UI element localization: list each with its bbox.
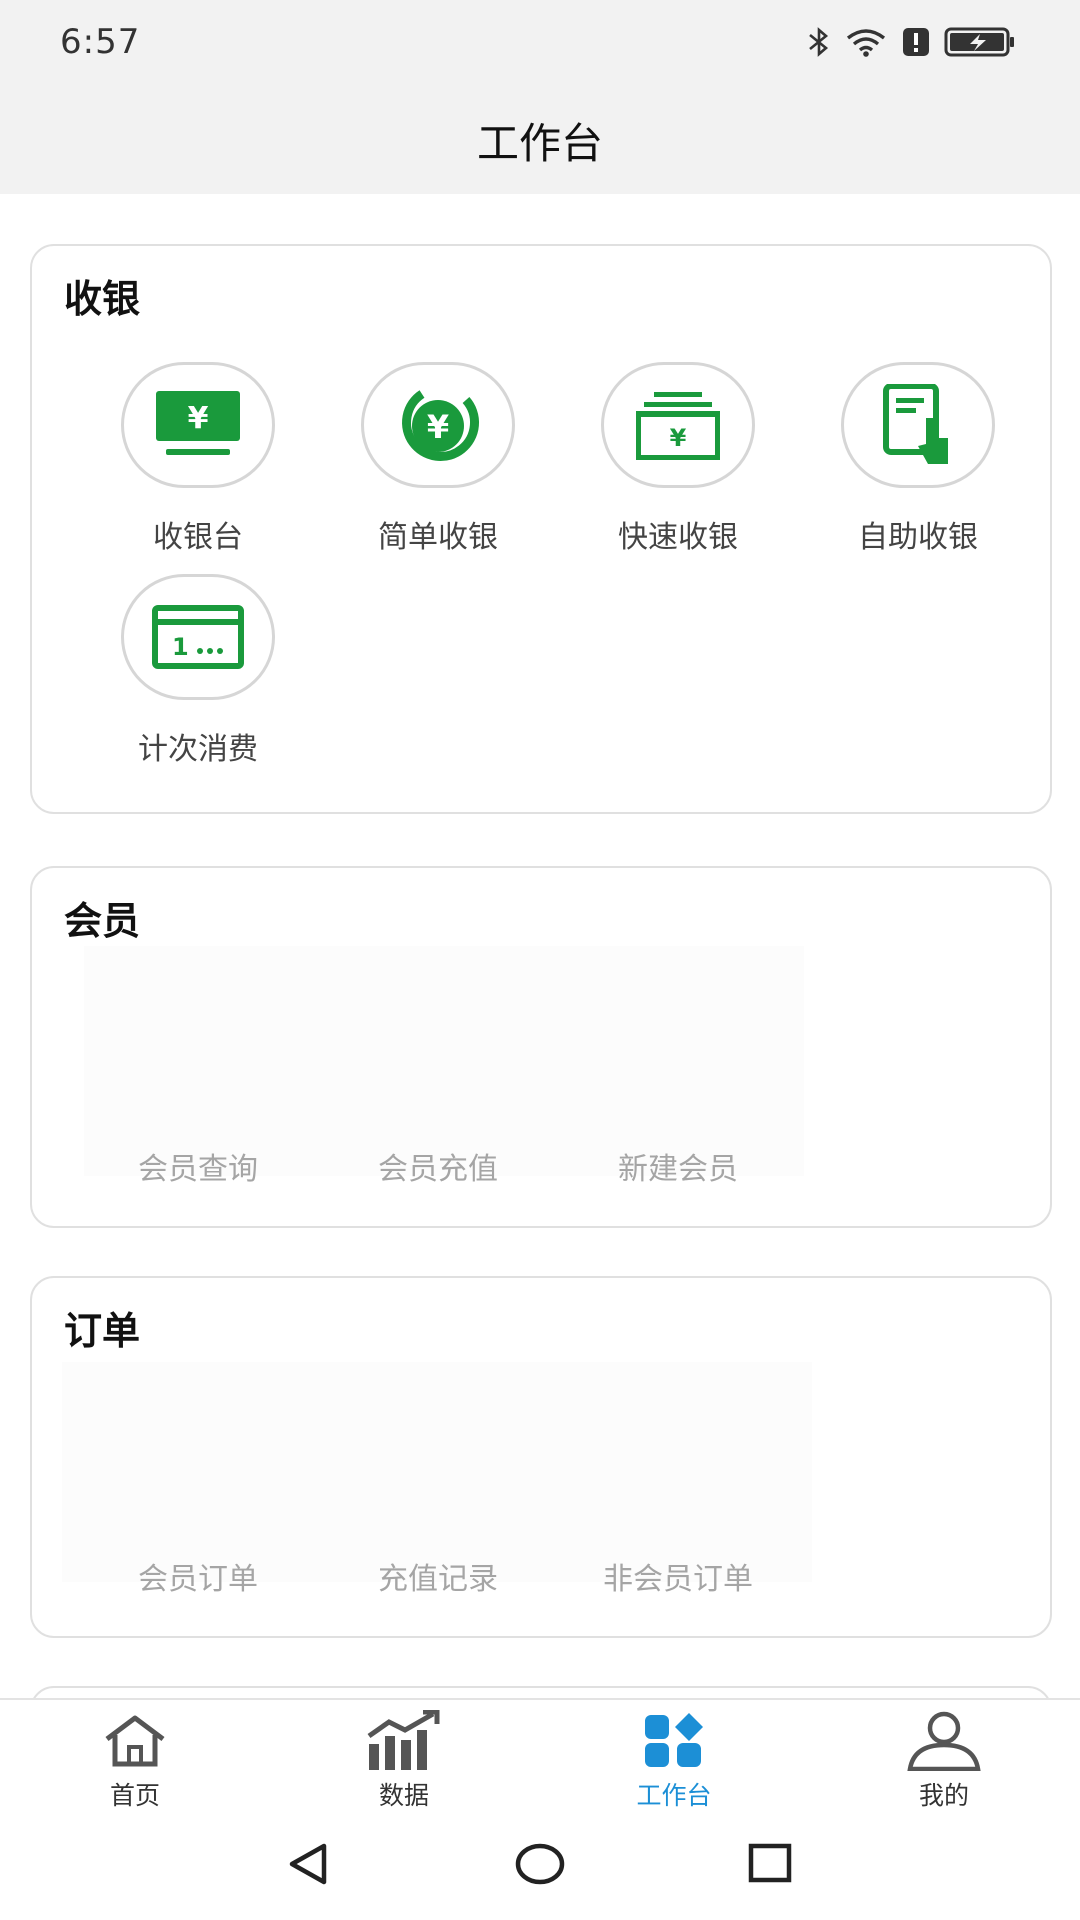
loading-placeholder <box>84 946 804 1176</box>
tile-label: 非会员订单 <box>603 1562 753 1597</box>
tile-recharge-records[interactable]: 充值记录 <box>338 1554 538 1598</box>
tile-label: 会员订单 <box>138 1562 258 1597</box>
yuan-coin-icon: ¥ <box>361 362 515 488</box>
svg-text:¥: ¥ <box>188 401 209 436</box>
home-circle-icon[interactable] <box>510 1834 570 1894</box>
loading-placeholder <box>62 1362 812 1582</box>
tile-label: 充值记录 <box>378 1562 498 1597</box>
section-title-member: 会员 <box>64 899 141 943</box>
cashier-monitor-icon: ¥ <box>121 362 275 488</box>
tile-new-member[interactable]: 新建会员 <box>578 1144 778 1188</box>
profile-icon <box>874 1710 1014 1772</box>
section-title-order: 订单 <box>64 1309 141 1353</box>
next-section-card <box>30 1686 1052 1698</box>
app-header: 工作台 <box>0 88 1080 194</box>
tile-member-recharge[interactable]: 会员充值 <box>338 1144 538 1188</box>
order-section-card: 订单 会员订单 充值记录 非会员订单 <box>30 1276 1052 1638</box>
tab-label: 我的 <box>918 1781 969 1810</box>
tile-label: 收银台 <box>153 520 243 555</box>
workbench-icon <box>604 1710 744 1772</box>
tab-label: 工作台 <box>636 1781 712 1810</box>
member-section-card: 会员 会员查询 会员充值 新建会员 <box>30 866 1052 1228</box>
system-nav-bar <box>0 1810 1080 1920</box>
alert-icon <box>902 27 930 61</box>
tab-label: 首页 <box>109 1781 160 1810</box>
tile-count-consumption[interactable]: 1 计次消费 <box>98 574 298 768</box>
tab-workbench[interactable]: 工作台 <box>604 1710 744 1812</box>
tile-label: 会员查询 <box>138 1152 258 1187</box>
home-icon <box>65 1710 205 1772</box>
section-title-cashier: 收银 <box>64 277 141 321</box>
battery-charging-icon <box>944 26 1016 62</box>
workbench-content[interactable]: 收银 ¥ 收银台 ¥ 简单收银 ¥ 快速收银 自助收银 1 计次消费 会员 会员… <box>0 194 1080 1698</box>
tile-label: 简单收银 <box>378 520 498 555</box>
status-icons <box>808 24 1016 64</box>
svg-text:1: 1 <box>172 633 189 661</box>
tile-quick-cashier[interactable]: ¥ 快速收银 <box>578 362 778 556</box>
bottom-tab-bar: 首页 数据 工作台 我的 <box>0 1698 1080 1810</box>
tile-non-member-orders[interactable]: 非会员订单 <box>578 1554 778 1598</box>
tab-home[interactable]: 首页 <box>65 1710 205 1812</box>
back-icon[interactable] <box>278 1834 338 1894</box>
wifi-icon <box>844 26 888 62</box>
tab-profile[interactable]: 我的 <box>874 1710 1014 1812</box>
tile-label: 会员充值 <box>378 1152 498 1187</box>
cashier-section-card: 收银 ¥ 收银台 ¥ 简单收银 ¥ 快速收银 自助收银 1 计次消费 <box>30 244 1052 814</box>
bluetooth-icon <box>808 26 830 62</box>
svg-text:¥: ¥ <box>670 424 687 452</box>
status-time: 6:57 <box>60 22 141 62</box>
chart-icon <box>334 1710 474 1772</box>
tile-cashier-desk[interactable]: ¥ 收银台 <box>98 362 298 556</box>
tile-member-orders[interactable]: 会员订单 <box>98 1554 298 1598</box>
tile-self-service-cashier[interactable]: 自助收银 <box>818 362 1018 556</box>
tile-simple-cashier[interactable]: ¥ 简单收银 <box>338 362 538 556</box>
recents-icon[interactable] <box>740 1834 800 1894</box>
cash-stack-icon: ¥ <box>601 362 755 488</box>
tab-data[interactable]: 数据 <box>334 1710 474 1812</box>
tile-label: 新建会员 <box>618 1152 738 1187</box>
tab-label: 数据 <box>378 1781 429 1810</box>
page-title: 工作台 <box>476 119 603 168</box>
tile-label: 快速收银 <box>618 520 738 555</box>
svg-text:¥: ¥ <box>427 408 449 446</box>
count-card-icon: 1 <box>121 574 275 700</box>
tile-label: 自助收银 <box>858 520 978 555</box>
self-service-icon <box>841 362 995 488</box>
tile-label: 计次消费 <box>138 732 258 767</box>
status-bar: 6:57 <box>0 0 1080 88</box>
tile-member-query[interactable]: 会员查询 <box>98 1144 298 1188</box>
